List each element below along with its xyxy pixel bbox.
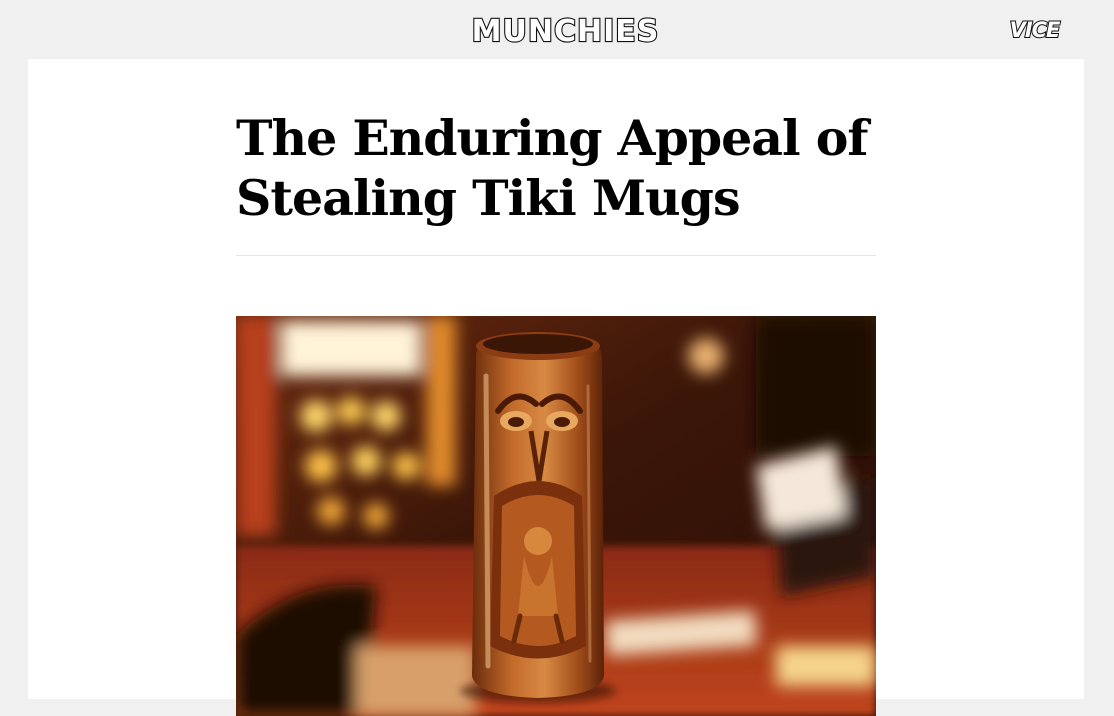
munchies-logo[interactable]: MUNCHIES bbox=[461, 13, 670, 47]
vice-logo-text: VICE bbox=[1010, 18, 1061, 41]
hero-image bbox=[236, 316, 876, 716]
title-divider bbox=[236, 255, 876, 256]
site-header: MUNCHIES VICE bbox=[0, 0, 1114, 59]
munchies-logo-text: MUNCHIES bbox=[472, 14, 660, 47]
article-title: The Enduring Appeal of Stealing Tiki Mug… bbox=[236, 109, 868, 227]
tiki-mug-photo-icon bbox=[236, 316, 876, 716]
vice-logo[interactable]: VICE bbox=[1003, 17, 1066, 41]
article-card: The Enduring Appeal of Stealing Tiki Mug… bbox=[28, 59, 1084, 716]
